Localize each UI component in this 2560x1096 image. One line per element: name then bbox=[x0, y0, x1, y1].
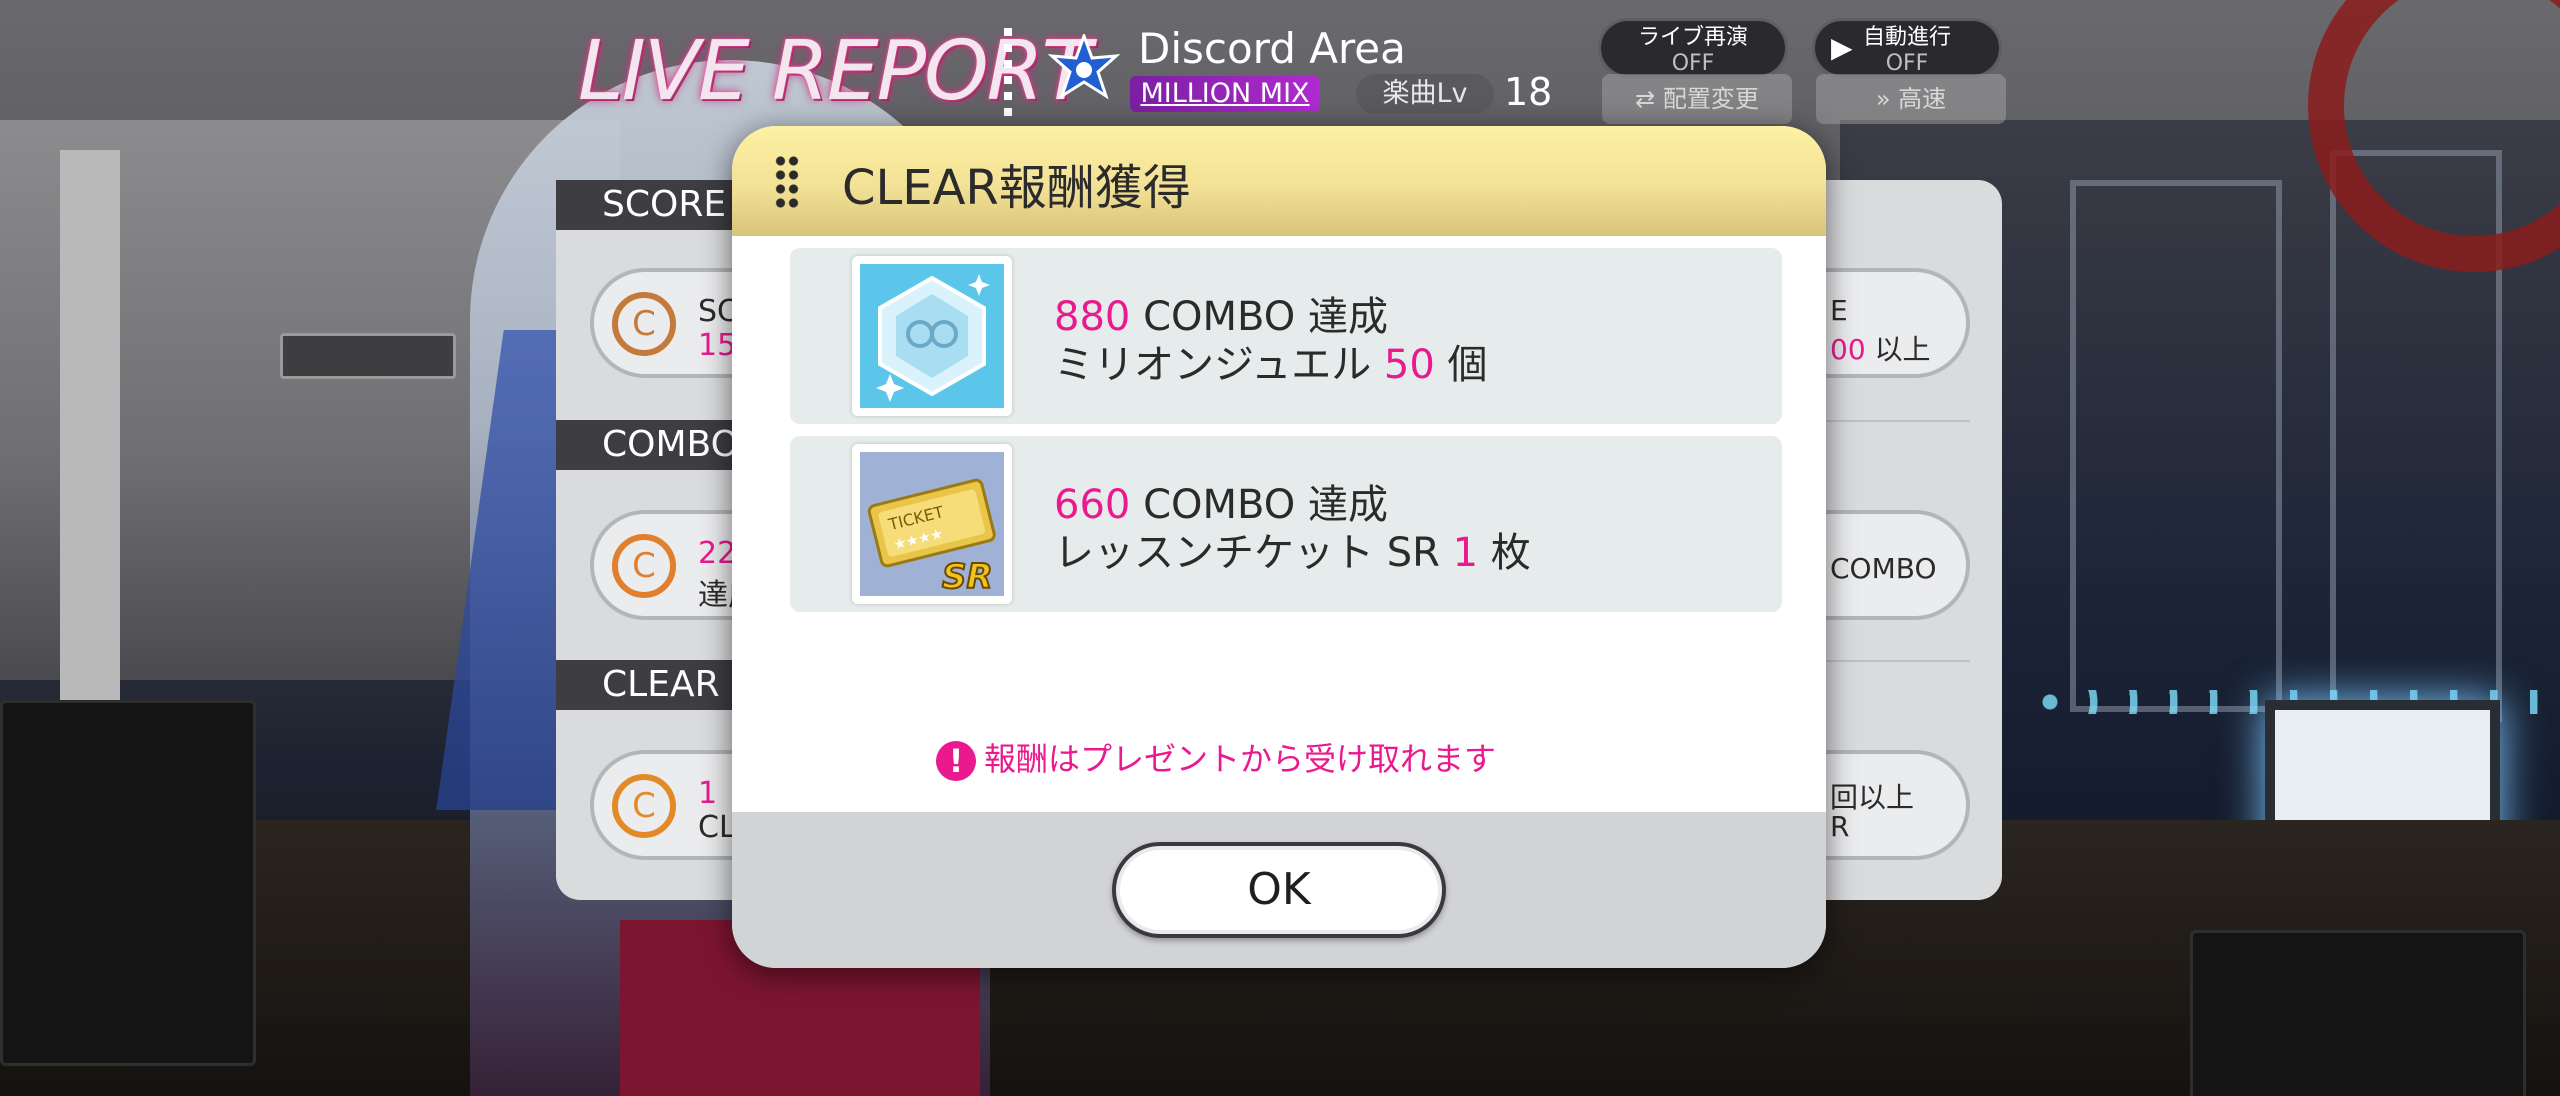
score-goal-value: 15 bbox=[698, 328, 737, 363]
dialog-title: CLEAR報酬獲得 bbox=[842, 160, 1191, 216]
live-replay-label: ライブ再演 bbox=[1637, 25, 1748, 50]
reward-item-unit: 枚 bbox=[1490, 530, 1531, 576]
auto-advance-toggle[interactable]: ▶ 自動進行 OFF bbox=[1812, 18, 2002, 78]
play-icon: ▶ bbox=[1831, 31, 1853, 64]
reward-thumbnail: TICKET ★★★★ SR bbox=[852, 444, 1012, 604]
reward-item-qty: 50 bbox=[1383, 342, 1435, 388]
header-divider bbox=[1004, 28, 1012, 116]
auto-advance-label: 自動進行 bbox=[1862, 25, 1951, 50]
reward-item-unit: 個 bbox=[1447, 342, 1488, 388]
clear-goal-pill-right: 回以上 R bbox=[1810, 750, 1970, 860]
speed-label: 高速 bbox=[1898, 85, 1947, 113]
reward-description: ミリオンジュエル 50 個 bbox=[1054, 332, 1488, 390]
reward-thumbnail bbox=[852, 256, 1012, 416]
wall-pillar bbox=[60, 150, 120, 770]
stage-truss bbox=[2070, 180, 2282, 712]
bronze-medal-icon: C bbox=[612, 292, 676, 356]
score-goal-pill-right: E 00 以上 bbox=[1810, 268, 1970, 378]
clear-reward-dialog: CLEAR報酬獲得 880 COMBO 達成 ミリオンジュエル 50 個 TIC… bbox=[732, 126, 1826, 968]
section-clear-header: CLEAR bbox=[556, 660, 736, 710]
wall-outlet bbox=[280, 333, 456, 379]
sun-medal-icon: C bbox=[612, 774, 676, 838]
dialog-footer: OK bbox=[732, 812, 1826, 968]
speed-button[interactable]: » 高速 bbox=[1816, 74, 2006, 124]
reward-item-qty: 1 bbox=[1452, 530, 1479, 576]
clear-goal-value: 1 bbox=[698, 776, 718, 811]
equipment-case bbox=[0, 700, 256, 1066]
song-type-star-icon bbox=[1048, 34, 1120, 100]
panel-divider bbox=[1810, 660, 1970, 662]
clear-goal-right-text2: R bbox=[1830, 810, 1850, 843]
panel-divider bbox=[1810, 420, 1970, 422]
fast-forward-icon: » bbox=[1875, 85, 1899, 113]
grip-dots-icon bbox=[774, 154, 800, 210]
reward-item: 880 COMBO 達成 ミリオンジュエル 50 個 bbox=[790, 248, 1782, 424]
live-report-title: LIVE REPORT bbox=[578, 24, 1092, 119]
clear-goal-text: CL bbox=[698, 810, 736, 845]
score-goal-right-text: E bbox=[1830, 294, 1848, 327]
million-mix-badge: MILLION MIX bbox=[1130, 76, 1320, 112]
arrange-button[interactable]: ⇄ 配置変更 bbox=[1602, 74, 1792, 124]
song-title: Discord Area bbox=[1138, 24, 1406, 73]
song-level-label: 楽曲Lv bbox=[1356, 74, 1494, 114]
reward-item: TICKET ★★★★ SR 660 COMBO 達成 レッスンチケット SR … bbox=[790, 436, 1782, 612]
exclamation-icon: ! bbox=[936, 741, 976, 781]
score-goal-right-value: 00 bbox=[1830, 333, 1866, 366]
reward-description: レッスンチケット SR 1 枚 bbox=[1054, 520, 1531, 578]
reward-item-name: ミリオンジュエル bbox=[1054, 342, 1372, 388]
dialog-header: CLEAR報酬獲得 bbox=[732, 126, 1826, 236]
combo-goal-pill-right: COMBO bbox=[1810, 510, 1970, 620]
live-replay-toggle[interactable]: ライブ再演 OFF bbox=[1598, 18, 1788, 78]
orange-medal-icon: C bbox=[612, 534, 676, 598]
lesson-ticket-sr-icon: TICKET ★★★★ SR bbox=[860, 452, 1004, 596]
section-score-header: SCORE bbox=[556, 180, 736, 230]
combo-goal-value: 22 bbox=[698, 536, 737, 571]
song-level-value: 18 bbox=[1504, 70, 1553, 114]
svg-text:SR: SR bbox=[942, 557, 993, 596]
combo-goal-right-text: COMBO bbox=[1830, 552, 1937, 585]
swap-icon: ⇄ bbox=[1635, 85, 1663, 113]
equipment-case bbox=[2190, 930, 2526, 1096]
reward-item-name: レッスンチケット SR bbox=[1054, 530, 1440, 576]
score-goal-right-suffix: 以上 bbox=[1874, 333, 1931, 366]
present-notice: ! 報酬はプレゼントから受け取れます bbox=[936, 734, 1496, 781]
section-combo-header: COMBO bbox=[556, 420, 739, 470]
million-jewel-icon bbox=[860, 264, 1004, 408]
ok-button[interactable]: OK bbox=[1112, 842, 1446, 938]
present-notice-text: 報酬はプレゼントから受け取れます bbox=[984, 740, 1497, 778]
arrange-label: 配置変更 bbox=[1662, 85, 1759, 113]
